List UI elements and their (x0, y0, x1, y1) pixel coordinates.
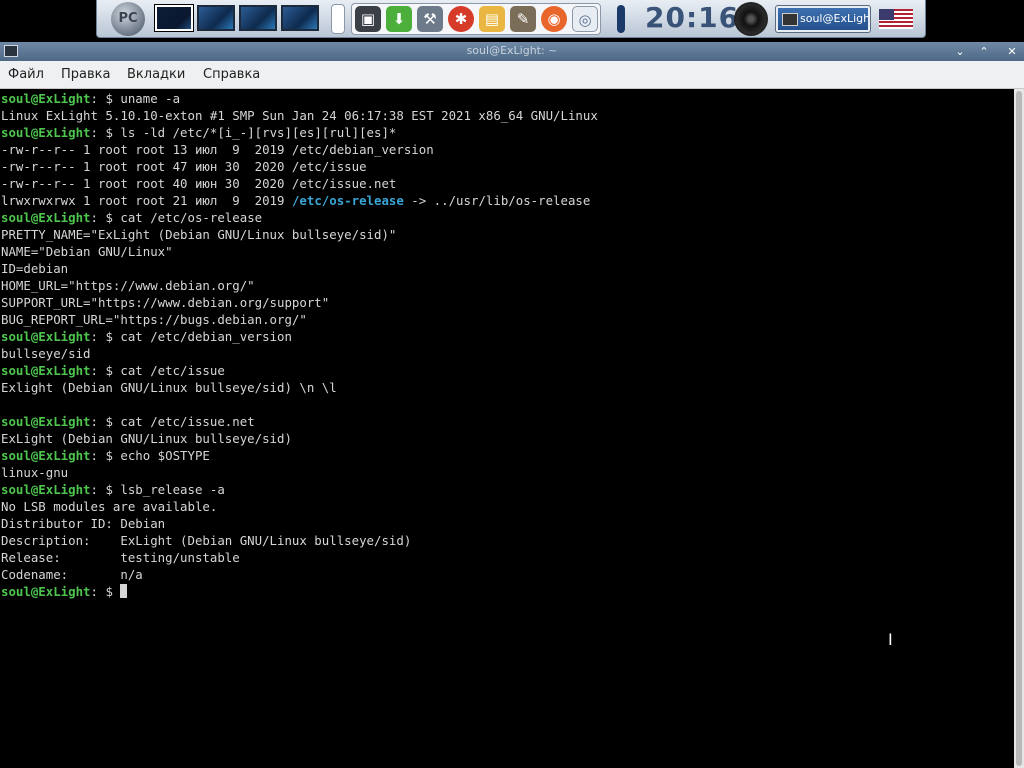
prompt-suffix: : $ (90, 363, 121, 378)
menu-edit[interactable]: Правка (61, 67, 110, 82)
workspace-2-button[interactable] (197, 5, 235, 31)
taskbar-button-terminal[interactable]: soul@ExLight... (775, 5, 871, 33)
prompt-suffix: : $ (90, 584, 121, 599)
terminal-output-line: No LSB modules are available. (1, 499, 218, 514)
terminal-command-line: soul@ExLight: $ lsb_release -a (1, 481, 598, 498)
terminal-command-line: soul@ExLight: $ cat /etc/issue (1, 362, 598, 379)
terminal-scrollbar[interactable] (1014, 89, 1024, 768)
terminal-lines: soul@ExLight: $ uname -a Linux ExLight 5.… (1, 90, 598, 600)
terminal-output-line: -rw-r--r-- 1 root root 40 июн 30 2020 /e… (1, 176, 397, 191)
window-title: soul@ExLight: ~ (466, 44, 558, 57)
terminal-output-line: SUPPORT_URL="https://www.debian.org/supp… (1, 295, 330, 310)
maximize-button[interactable]: ⌃ (975, 44, 993, 59)
prompt-user: soul@ExLight (1, 210, 91, 225)
terminal-output-line: linux-gnu (1, 465, 69, 480)
top-panel: PC ▣ ⬇ ⚒ ✱ ▤ ✎ ◉ ◎ 20:16 soul@ExLight... (96, 0, 926, 38)
command-text: ls -ld /etc/*[i_-][rvs][es][rul][es]* (120, 125, 397, 140)
thermometer-icon (617, 5, 625, 33)
terminal-output-line: PRETTY_NAME="ExLight (Debian GNU/Linux b… (1, 227, 397, 242)
terminal-output-line: Release: testing/unstable (1, 550, 240, 565)
scrollbar-thumb[interactable] (1016, 91, 1022, 766)
prompt-suffix: : $ (90, 414, 121, 429)
terminal-command-line: soul@ExLight: $ uname -a (1, 90, 598, 107)
terminal-output-line: -rw-r--r-- 1 root root 47 июн 30 2020 /e… (1, 159, 367, 174)
menu-tabs[interactable]: Вкладки (127, 67, 185, 82)
terminal-output-line: Linux ExLight 5.10.10-exton #1 SMP Sun J… (1, 108, 598, 123)
download-icon[interactable]: ⬇ (386, 6, 412, 32)
terminal-output-line: Distributor ID: Debian (1, 516, 166, 531)
prompt-suffix: : $ (90, 448, 121, 463)
gimp-icon[interactable]: ✎ (510, 6, 536, 32)
command-text: cat /etc/issue (120, 363, 225, 378)
prompt-suffix: : $ (90, 91, 121, 106)
output-text: -> ../usr/lib/os-release (403, 193, 591, 208)
firefox-icon[interactable]: ◉ (541, 6, 567, 32)
command-text: cat /etc/os-release (120, 210, 263, 225)
terminal-command-line: soul@ExLight: $ ls -ld /etc/*[i_-][rvs][… (1, 124, 598, 141)
settings-tools-icon[interactable]: ⚒ (417, 6, 443, 32)
pc-logo-icon[interactable]: PC (111, 2, 145, 36)
close-button[interactable]: ✕ (1003, 44, 1021, 59)
workspace-3-button[interactable] (239, 5, 277, 31)
output-text: lrwxrwxrwx 1 root root 21 июл 9 2019 (1, 193, 292, 208)
terminal-output-line: ExLight (Debian GNU/Linux bullseye/sid) (1, 431, 292, 446)
minimize-button[interactable]: ⌄ (951, 44, 969, 59)
prompt-user: soul@ExLight (1, 329, 91, 344)
folder-icon[interactable]: ▤ (479, 6, 505, 32)
prompt-user: soul@ExLight (1, 482, 91, 497)
network-icon[interactable]: ◎ (572, 6, 598, 32)
prompt-user: soul@ExLight (1, 363, 91, 378)
terminal-output-line: HOME_URL="https://www.debian.org/" (1, 278, 255, 293)
terminal-output-line: ID=debian (1, 261, 69, 276)
terminal-output-line: lrwxrwxrwx 1 root root 21 июл 9 2019 /et… (1, 192, 598, 209)
taskbar-button-label: soul@ExLight... (778, 8, 868, 30)
window-titlebar[interactable]: soul@ExLight: ~ ⌄ ⌃ ✕ (0, 42, 1024, 61)
command-text: cat /etc/debian_version (120, 329, 292, 344)
workspace-1-button[interactable] (154, 4, 194, 32)
terminal-output-line: Codename: n/a (1, 567, 143, 582)
menu-file[interactable]: Файл (8, 67, 44, 82)
terminal-command-line: soul@ExLight: $ cat /etc/os-release (1, 209, 598, 226)
command-text: cat /etc/issue.net (120, 414, 255, 429)
terminal-output-line: Description: ExLight (Debian GNU/Linux b… (1, 533, 412, 548)
menu-help[interactable]: Справка (203, 67, 260, 82)
terminal-output-line: NAME="Debian GNU/Linux" (1, 244, 173, 259)
prompt-user: soul@ExLight (1, 414, 91, 429)
terminal-command-line: soul@ExLight: $ cat /etc/debian_version (1, 328, 598, 345)
text-cursor-icon: I (888, 630, 893, 649)
terminal-command-line: soul@ExLight: $ echo $OSTYPE (1, 447, 598, 464)
symlink-name: /etc/os-release (291, 193, 404, 208)
volume-speaker-icon[interactable] (734, 2, 768, 36)
panel-separator (331, 4, 345, 34)
terminal-command-line: soul@ExLight: $ cat /etc/issue.net (1, 413, 598, 430)
prompt-suffix: : $ (90, 125, 121, 140)
command-text: uname -a (120, 91, 181, 106)
prompt-suffix: : $ (90, 329, 121, 344)
terminal-output-line: Exlight (Debian GNU/Linux bullseye/sid) … (1, 380, 337, 395)
prompt-user: soul@ExLight (1, 125, 91, 140)
terminal-output[interactable]: soul@ExLight: $ uname -a Linux ExLight 5.… (0, 89, 1014, 768)
task-label-text: soul@ExLight... (800, 12, 868, 25)
prompt-suffix: : $ (90, 482, 121, 497)
monitor-icon[interactable]: ▣ (355, 6, 381, 32)
workspace-4-button[interactable] (281, 5, 319, 31)
menu-bar: Файл Правка Вкладки Справка (0, 61, 1024, 89)
command-text: lsb_release -a (120, 482, 225, 497)
terminal-icon (782, 13, 798, 26)
terminal-output-line: bullseye/sid (1, 346, 91, 361)
command-text: echo $OSTYPE (120, 448, 210, 463)
terminal-output-line: -rw-r--r-- 1 root root 13 июл 9 2019 /et… (1, 142, 434, 157)
prompt-user: soul@ExLight (1, 91, 91, 106)
prompt-user: soul@ExLight (1, 584, 91, 599)
terminal-output-line: BUG_REPORT_URL="https://bugs.debian.org/… (1, 312, 307, 327)
prompt-suffix: : $ (90, 210, 121, 225)
clock[interactable]: 20:16 (645, 1, 739, 37)
software-icon[interactable]: ✱ (448, 6, 474, 32)
terminal-cursor (120, 584, 128, 598)
keyboard-layout-flag-icon[interactable] (879, 9, 913, 29)
terminal-prompt-line: soul@ExLight: $ (1, 583, 598, 600)
prompt-user: soul@ExLight (1, 448, 91, 463)
